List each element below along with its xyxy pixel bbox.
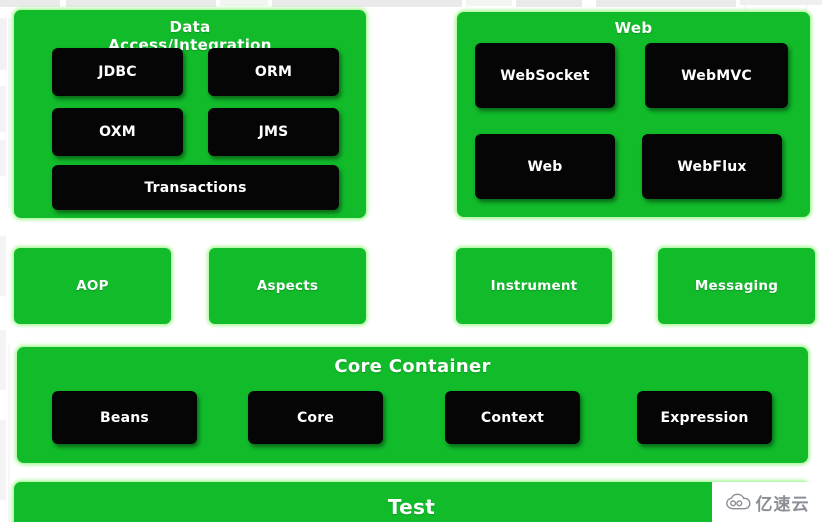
module-label: Beans [100, 409, 149, 426]
watermark: 亿速云 [712, 482, 822, 522]
module-aspects[interactable]: Aspects [209, 248, 366, 324]
panel-title-line-1: Core Container [334, 356, 491, 377]
module-label: WebSocket [500, 67, 590, 84]
background-artifact [740, 0, 822, 5]
panel-web[interactable]: Web WebSocket WebMVC Web WebFlux [457, 12, 810, 217]
module-web[interactable]: Web [475, 134, 615, 199]
panel-title-web: Web [457, 19, 810, 38]
module-jdbc[interactable]: JDBC [52, 48, 183, 96]
background-artifact [0, 0, 60, 7]
module-label: Transactions [144, 179, 247, 196]
module-instrument[interactable]: Instrument [456, 248, 612, 324]
module-label: AOP [76, 278, 109, 294]
module-oxm[interactable]: OXM [52, 108, 183, 156]
cloud-icon [725, 493, 751, 510]
diagram-canvas: Data Access/Integration JDBC ORM OXM JMS… [0, 0, 822, 522]
background-artifact [0, 18, 7, 70]
module-core[interactable]: Core [248, 391, 383, 444]
module-label: Messaging [694, 278, 779, 294]
background-artifact [8, 18, 10, 208]
background-artifact [596, 0, 736, 7]
background-artifact [0, 236, 6, 296]
module-jms[interactable]: JMS [208, 108, 339, 156]
module-label: ORM [254, 64, 293, 80]
module-orm[interactable]: ORM [208, 48, 339, 96]
module-expression[interactable]: Expression [637, 391, 772, 444]
module-label: Instrument [490, 278, 578, 294]
panel-title-core-container: Core Container [17, 356, 808, 377]
background-artifact [66, 0, 216, 7]
module-label: Core [296, 409, 335, 426]
panel-data-access-integration[interactable]: Data Access/Integration JDBC ORM OXM JMS… [14, 10, 366, 218]
module-beans[interactable]: Beans [52, 391, 197, 444]
background-artifact [0, 420, 6, 500]
panel-title-line-1: Data [169, 18, 211, 36]
panel-title-line-1: Test [387, 495, 436, 519]
background-artifact [0, 140, 6, 176]
module-label: Aspects [256, 278, 319, 294]
module-label: Context [480, 409, 545, 426]
module-label: OXM [99, 124, 136, 140]
module-messaging[interactable]: Messaging [658, 248, 815, 324]
module-transactions[interactable]: Transactions [52, 165, 339, 210]
background-artifact [272, 0, 462, 7]
background-artifact [0, 330, 6, 390]
module-label: Expression [660, 409, 749, 426]
watermark-brand: 亿速云 [755, 494, 810, 515]
module-label: JMS [258, 124, 289, 140]
panel-title-test: Test [14, 495, 809, 520]
module-websocket[interactable]: WebSocket [475, 43, 615, 108]
module-label: Web [527, 158, 563, 175]
module-webmvc[interactable]: WebMVC [645, 43, 788, 108]
background-artifact [516, 0, 582, 7]
module-label: WebMVC [681, 67, 752, 84]
module-webflux[interactable]: WebFlux [642, 134, 782, 199]
module-context[interactable]: Context [445, 391, 580, 444]
panel-title-line-1: Web [614, 19, 653, 37]
background-artifact [220, 0, 268, 6]
module-label: WebFlux [677, 158, 747, 175]
panel-test[interactable]: Test https://blog. [14, 482, 809, 522]
background-artifact [466, 0, 512, 6]
background-artifact [0, 86, 6, 132]
module-aop[interactable]: AOP [14, 248, 171, 324]
module-label: JDBC [98, 64, 137, 80]
background-artifact [8, 344, 10, 522]
panel-core-container[interactable]: Core Container Beans Core Context Expres… [17, 347, 808, 463]
